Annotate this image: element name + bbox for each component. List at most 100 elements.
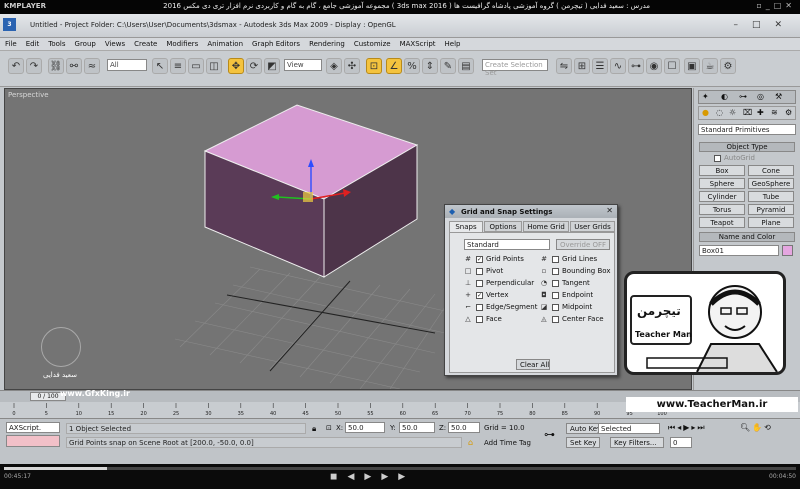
motion-tab-icon[interactable]: ◎ (757, 92, 764, 101)
object-name-field[interactable]: Box01 (699, 245, 779, 256)
pyramid-button[interactable]: Pyramid (748, 204, 794, 215)
modify-tab-icon[interactable]: ◐ (721, 92, 728, 101)
menu-maxscript[interactable]: MAXScript (395, 38, 440, 48)
y-coordinate[interactable]: 50.0 (399, 422, 435, 433)
menu-tools[interactable]: Tools (43, 38, 69, 48)
tab-home-grid[interactable]: Home Grid (523, 221, 569, 232)
select-scale-icon[interactable]: ◩ (264, 58, 280, 74)
z-coordinate[interactable]: 50.0 (448, 422, 480, 433)
maxscript-listener[interactable]: AXScript. (6, 422, 60, 433)
current-frame-field[interactable]: 0 (670, 437, 692, 448)
snap-mode-dropdown[interactable]: Standard (464, 239, 550, 250)
cone-button[interactable]: Cone (748, 165, 794, 176)
player-playback-controls[interactable]: ◼◀▶▶▶ (330, 472, 415, 482)
select-object-icon[interactable]: ↖ (152, 58, 168, 74)
layer-manager-icon[interactable]: ☰ (592, 58, 608, 74)
menu-animation[interactable]: Animation (202, 38, 247, 48)
pivot-center-icon[interactable]: ◈ (326, 58, 342, 74)
add-time-tag[interactable]: Add Time Tag (484, 439, 531, 447)
menu-customize[interactable]: Customize (349, 38, 395, 48)
max-app-icon[interactable]: 3 (3, 18, 16, 31)
absolute-mode-icon[interactable]: ⊡ (326, 424, 332, 432)
tube-button[interactable]: Tube (748, 191, 794, 202)
object-color-swatch[interactable] (782, 245, 793, 256)
menu-create[interactable]: Create (129, 38, 161, 48)
teapot-render-icon[interactable]: ⚙ (720, 58, 736, 74)
select-by-name-icon[interactable]: ≡ (170, 58, 186, 74)
object-type-rollout[interactable]: Object Type (699, 142, 795, 152)
systems-icon[interactable]: ⚙ (785, 108, 792, 117)
menu-edit[interactable]: Edit (21, 38, 44, 48)
tab-snaps[interactable]: Snaps (449, 221, 483, 232)
set-key-button[interactable]: Set Key (566, 437, 601, 448)
named-selection-sets-dropdown[interactable]: Create Selection Set (482, 59, 548, 77)
tab-options[interactable]: Options (484, 221, 522, 232)
time-tag-icon[interactable]: ⌂ (468, 438, 473, 447)
geometry-icon[interactable]: ● (702, 108, 709, 117)
snap-center-face[interactable]: ◬ Center Face (540, 315, 603, 325)
helpers-icon[interactable]: ✚ (757, 108, 764, 117)
select-manipulate-icon[interactable]: ✣ (344, 58, 360, 74)
schematic-view-icon[interactable]: ⊶ (628, 58, 644, 74)
vertex-checkbox[interactable]: ✓ (476, 291, 483, 299)
geosphere-button[interactable]: GeoSphere (748, 178, 794, 189)
menu-graph-editors[interactable]: Graph Editors (247, 38, 304, 48)
clear-all-button[interactable]: Clear All (516, 359, 550, 370)
redo-icon[interactable]: ↷ (26, 58, 42, 74)
snap-grid-lines[interactable]: # Grid Lines (540, 255, 597, 265)
snap-vertex[interactable]: + ✓ Vertex (464, 291, 508, 301)
reference-coordinate-dropdown[interactable]: View (284, 59, 322, 71)
edit-named-selection-icon[interactable]: ✎ (440, 58, 456, 74)
select-rotate-icon[interactable]: ⟳ (246, 58, 262, 74)
snap-edge-segment[interactable]: ⌐ Edge/Segment (464, 303, 537, 313)
unlink-icon[interactable]: ⚯ (66, 58, 82, 74)
quick-render-icon[interactable]: ☕ (702, 58, 718, 74)
lights-icon[interactable]: ☼ (729, 108, 736, 117)
override-button[interactable]: Override OFF (556, 239, 611, 250)
name-and-color-rollout[interactable]: Name and Color (699, 232, 795, 242)
spacewarps-icon[interactable]: ≋ (771, 108, 778, 117)
snap-bounding-box[interactable]: ▫ Bounding Box (540, 267, 611, 277)
plane-button[interactable]: Plane (748, 217, 794, 228)
grid-points-checkbox[interactable]: ✓ (476, 255, 483, 263)
set-key-mode-icon[interactable]: ⊶ (544, 428, 555, 441)
rectangular-selection-icon[interactable]: ▭ (188, 58, 204, 74)
maxscript-output[interactable] (6, 435, 60, 447)
seek-track[interactable] (4, 467, 796, 470)
key-selection-dropdown[interactable]: Selected (598, 423, 660, 434)
create-tab-icon[interactable]: ✦ (702, 92, 709, 101)
snap-face[interactable]: △ Face (464, 315, 502, 325)
spinner-snap-icon[interactable]: ⇕ (422, 58, 438, 74)
curve-editor-icon[interactable]: ∿ (610, 58, 626, 74)
window-crossing-icon[interactable]: ◫ (206, 58, 222, 74)
render-setup-icon[interactable]: ☐ (664, 58, 680, 74)
menu-views[interactable]: Views (100, 38, 129, 48)
menu-help[interactable]: Help (440, 38, 465, 48)
snap-midpoint[interactable]: ◪ Midpoint (540, 303, 593, 313)
utilities-tab-icon[interactable]: ⚒ (775, 92, 782, 101)
cylinder-button[interactable]: Cylinder (699, 191, 745, 202)
snap-pivot[interactable]: □ Pivot (464, 267, 504, 277)
viewport-navigation-icons[interactable]: 🔍︎✋⟲ (740, 423, 773, 432)
selection-filter-dropdown[interactable]: All (107, 59, 147, 71)
hierarchy-tab-icon[interactable]: ⊶ (739, 92, 747, 101)
align-icon[interactable]: ⊞ (574, 58, 590, 74)
snap-tangent[interactable]: ◔ Tangent (540, 279, 590, 289)
snaps-toggle-icon[interactable]: ⊡ (366, 58, 382, 74)
cameras-icon[interactable]: ⌧ (743, 108, 752, 117)
named-selection-icon[interactable]: ▤ (458, 58, 474, 74)
link-icon[interactable]: ⛓ (48, 58, 64, 74)
x-coordinate[interactable]: 50.0 (345, 422, 385, 433)
seek-progress[interactable] (4, 467, 107, 470)
menu-rendering[interactable]: Rendering (304, 38, 349, 48)
shapes-icon[interactable]: ◌ (716, 108, 723, 117)
teapot-button[interactable]: Teapot (699, 217, 745, 228)
undo-icon[interactable]: ↶ (8, 58, 24, 74)
tab-user-grids[interactable]: User Grids (570, 221, 615, 232)
mirror-icon[interactable]: ⇋ (556, 58, 572, 74)
player-logo[interactable]: KMPLAYER (4, 2, 46, 10)
rendered-frame-icon[interactable]: ▣ (684, 58, 700, 74)
select-move-icon[interactable]: ✥ (228, 58, 244, 74)
torus-button[interactable]: Torus (699, 204, 745, 215)
key-filters-button[interactable]: Key Filters... (610, 437, 664, 448)
